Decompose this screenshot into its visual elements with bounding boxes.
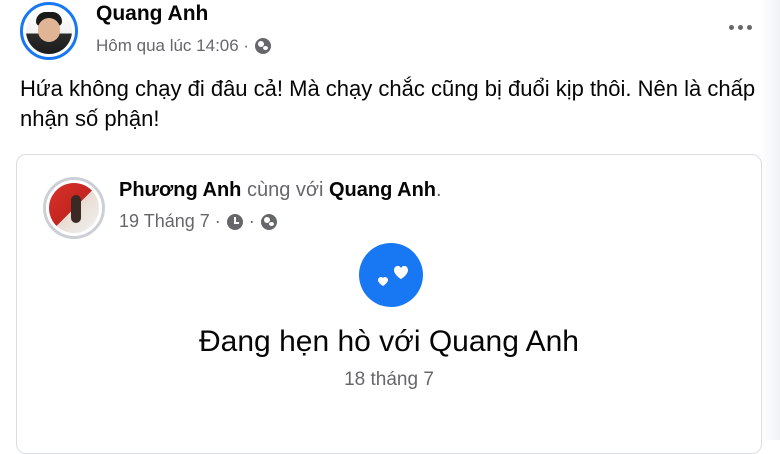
globe-icon[interactable]: [255, 38, 272, 54]
life-event-date: 18 tháng 7: [344, 369, 434, 390]
shared-author-name[interactable]: Phương Anh: [119, 179, 241, 201]
shared-post-date[interactable]: 19 Tháng 7 ·: [119, 211, 221, 232]
more-dot: [746, 24, 752, 30]
tail-period: .: [436, 179, 442, 201]
clock-icon: [226, 213, 243, 230]
shared-author-line: Phương Anh cùng với Quang Anh.: [119, 179, 442, 202]
right-edge-shadow: [760, 0, 780, 440]
tagged-name[interactable]: Quang Anh: [329, 179, 436, 201]
post-meta: Hôm qua lúc 14:06 ·: [96, 36, 272, 56]
life-event-title: Đang hẹn hò với Quang Anh: [199, 325, 579, 358]
shared-author-avatar[interactable]: [43, 177, 105, 239]
meta-separator: ·: [248, 211, 255, 231]
shared-post-meta: 19 Tháng 7 · ·: [119, 211, 277, 232]
author-avatar-photo: [26, 8, 72, 54]
globe-icon[interactable]: [260, 213, 277, 230]
shared-post-card[interactable]: Phương Anh cùng với Quang Anh. 19 Tháng …: [16, 154, 762, 454]
with-text: cùng với: [246, 179, 324, 201]
post-text: Hứa không chạy đi đâu cả! Mà chạy chắc c…: [20, 76, 756, 131]
shared-author-avatar-photo: [49, 183, 99, 233]
more-options-button[interactable]: [720, 12, 760, 42]
hearts-icon: [359, 243, 423, 307]
post-header: Quang Anh Hôm qua lúc 14:06 ·: [20, 0, 760, 64]
more-dot: [737, 24, 743, 30]
post-timestamp[interactable]: Hôm qua lúc 14:06 ·: [96, 36, 249, 56]
author-name[interactable]: Quang Anh: [96, 2, 208, 26]
more-dot: [728, 24, 734, 30]
author-avatar[interactable]: [20, 2, 78, 60]
